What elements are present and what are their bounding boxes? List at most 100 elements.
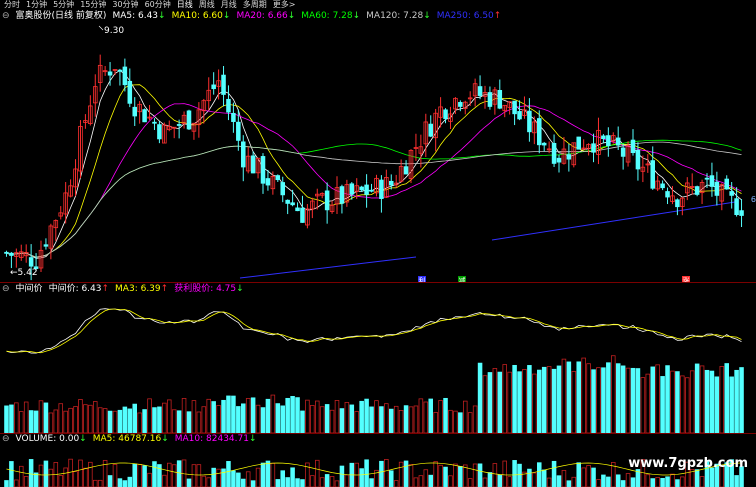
volume-bar bbox=[240, 403, 246, 433]
volume-bar bbox=[43, 460, 49, 487]
volume-bar bbox=[517, 463, 522, 487]
volume-bar bbox=[581, 467, 586, 487]
volume-bar bbox=[324, 474, 330, 487]
volume-bar bbox=[147, 398, 152, 433]
volume-bar bbox=[497, 474, 503, 487]
period-tab[interactable]: 日线 bbox=[177, 0, 193, 10]
period-tab[interactable]: 60分钟 bbox=[145, 0, 171, 10]
legend-value-text: MA10: 6.60 bbox=[171, 11, 223, 21]
candle-body bbox=[211, 84, 216, 90]
volume-bar bbox=[334, 480, 340, 487]
volume-bar bbox=[359, 468, 364, 487]
candle-body bbox=[107, 71, 113, 76]
volume-bar bbox=[9, 404, 14, 433]
legend-value-text: MA5: 6.43 bbox=[112, 11, 159, 21]
volume-bar bbox=[250, 397, 256, 433]
volume-bar bbox=[211, 401, 216, 433]
volume-bar bbox=[502, 364, 508, 433]
candle-body bbox=[280, 182, 286, 196]
candle-body bbox=[537, 118, 542, 146]
candle-body bbox=[615, 137, 621, 146]
period-tab[interactable]: 5分钟 bbox=[53, 0, 74, 10]
volume-bar bbox=[231, 395, 236, 433]
candle-body bbox=[512, 100, 517, 115]
indicator-collapse-icon[interactable]: ⊖ bbox=[2, 11, 10, 21]
volume-bar bbox=[487, 372, 493, 433]
volume-bar bbox=[186, 411, 192, 433]
volume-bar bbox=[137, 412, 142, 433]
volume-bar bbox=[630, 367, 636, 433]
volume-bar bbox=[615, 474, 621, 487]
volume-bar bbox=[216, 405, 221, 433]
candle-body bbox=[709, 175, 715, 187]
volume-bar bbox=[112, 410, 118, 433]
volume-bar bbox=[300, 479, 305, 487]
period-tab[interactable]: 月线 bbox=[221, 0, 237, 10]
volume-bar bbox=[650, 478, 655, 487]
volume-bar bbox=[517, 371, 522, 433]
volume-bar bbox=[551, 460, 557, 487]
period-tab[interactable]: 30分钟 bbox=[112, 0, 138, 10]
volume-bar bbox=[166, 399, 172, 433]
candle-body bbox=[630, 139, 636, 154]
legend-value-text: 获利股价: 4.75 bbox=[174, 284, 237, 294]
volume-bar bbox=[719, 366, 725, 433]
volume-bar bbox=[645, 474, 651, 487]
low-price-label: ←5.42 bbox=[10, 268, 38, 278]
indicator-collapse-icon[interactable]: ⊖ bbox=[2, 284, 10, 294]
indicator-collapse-icon[interactable]: ⊖ bbox=[2, 434, 10, 444]
period-tab[interactable]: 分时 bbox=[4, 0, 20, 10]
ma-legend-list: MA5: 6.43↓ MA10: 6.60↓ MA20: 6.66↓ MA60: 7.… bbox=[112, 11, 501, 21]
volume-bar bbox=[329, 409, 335, 433]
candle-body bbox=[364, 184, 369, 195]
volume-bar bbox=[73, 471, 78, 487]
candle-body bbox=[250, 155, 256, 174]
volume-bar bbox=[324, 404, 330, 433]
volume-bar bbox=[226, 395, 231, 433]
volume-bar bbox=[117, 478, 123, 487]
volume-bar bbox=[403, 460, 409, 487]
volume-bar bbox=[226, 461, 231, 487]
volume-bar bbox=[724, 363, 729, 433]
volume-bar bbox=[680, 476, 685, 487]
trend-arrow-icon: ↑ bbox=[160, 284, 169, 294]
volume-bar bbox=[714, 376, 720, 433]
volume-bar bbox=[433, 412, 438, 433]
legend-value: 中间价: 6.43↑ bbox=[49, 284, 109, 294]
volume-bar bbox=[606, 362, 611, 433]
volume-bar bbox=[571, 371, 577, 433]
volume-bar bbox=[388, 408, 394, 433]
volume-bar bbox=[680, 375, 685, 433]
volume-bar bbox=[97, 479, 103, 487]
volume-bar bbox=[157, 406, 162, 433]
period-tab[interactable]: 多周期 bbox=[243, 0, 267, 10]
volume-bar bbox=[122, 480, 128, 487]
period-tab[interactable]: 更多> bbox=[273, 0, 296, 10]
volume-bar bbox=[255, 467, 261, 487]
indicator-value-list: 中间价: 6.43↑ MA3: 6.39↑ 获利股价: 4.75↓ bbox=[49, 284, 244, 294]
volume-bar bbox=[142, 409, 147, 433]
period-tab[interactable]: 周线 bbox=[199, 0, 215, 10]
volume-bar bbox=[83, 467, 88, 487]
period-tab[interactable]: 15分钟 bbox=[80, 0, 106, 10]
volume-bar bbox=[699, 365, 705, 433]
volume-bar bbox=[4, 480, 9, 487]
volume-bar bbox=[319, 477, 325, 487]
volume-bar bbox=[305, 399, 310, 433]
candlestick-chart[interactable]: 9.30←5.42利减涨 bbox=[0, 21, 756, 282]
mid-price-line bbox=[6, 308, 742, 354]
volume-bar bbox=[196, 464, 202, 487]
period-tab[interactable]: 1分钟 bbox=[26, 0, 47, 10]
candle-body bbox=[300, 207, 305, 223]
indicator-chart[interactable] bbox=[0, 295, 756, 433]
volume-bar bbox=[438, 400, 443, 433]
candle-body bbox=[290, 202, 295, 206]
volume-bar bbox=[147, 472, 152, 487]
volume-bar bbox=[685, 377, 690, 433]
volume-bar bbox=[443, 466, 448, 487]
volume-bar bbox=[546, 477, 552, 487]
candle-body bbox=[487, 92, 493, 107]
volume-bar bbox=[379, 460, 384, 487]
volume-bar bbox=[734, 475, 739, 487]
volume-bar bbox=[418, 475, 424, 487]
